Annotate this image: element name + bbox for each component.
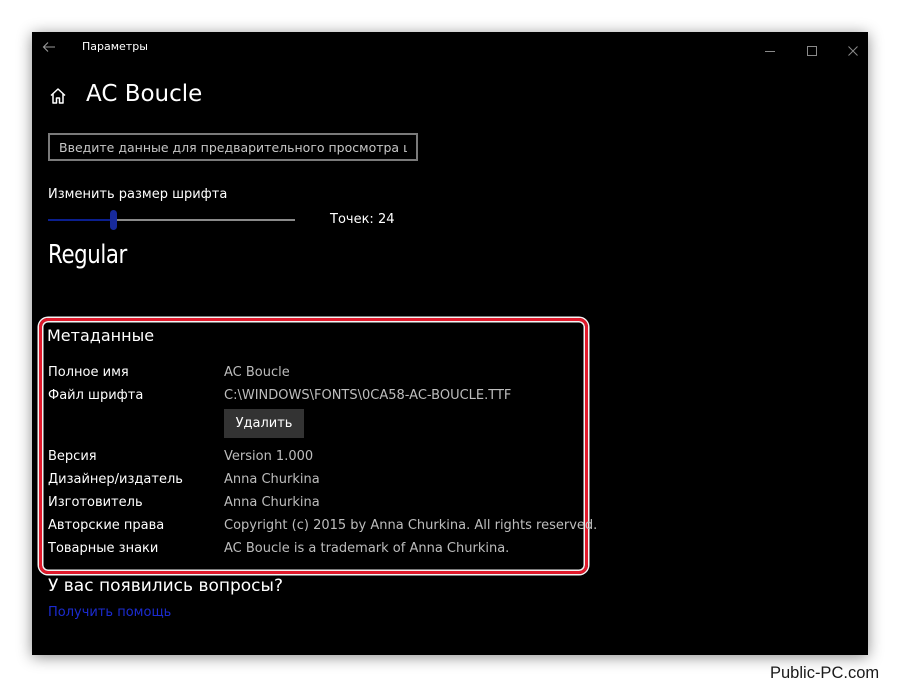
full-name-label: Полное имя [48,365,129,380]
metadata-heading: Метаданные [47,326,155,345]
maximize-icon[interactable] [807,41,817,56]
back-arrow-icon[interactable] [42,39,56,53]
get-help-link[interactable]: Получить помощь [48,605,171,620]
slider-fill [48,219,111,221]
minimize-icon[interactable] [765,41,775,52]
trademark-value: AC Boucle is a trademark of Anna Churkin… [224,541,510,556]
font-file-value: C:\WINDOWS\FONTS\0CA58-AC-BOUCLE.TTF [224,388,512,403]
version-label: Версия [48,449,97,464]
full-name-value: AC Boucle [224,365,290,380]
site-watermark: Public-PC.com [770,664,880,682]
close-icon[interactable] [848,41,858,56]
version-value: Version 1.000 [224,449,314,464]
title-bar: Параметры [32,32,868,62]
slider-thumb[interactable] [110,210,117,230]
font-style-sample: Regular [48,240,127,270]
delete-font-button[interactable]: Удалить [224,409,304,438]
copyright-label: Авторские права [48,518,165,533]
copyright-value: Copyright (c) 2015 by Anna Churkina. All… [224,518,598,533]
trademark-label: Товарные знаки [48,541,159,556]
questions-heading: У вас появились вопросы? [48,576,283,596]
window-title: Параметры [82,40,148,53]
designer-label: Дизайнер/издатель [48,472,183,487]
font-file-label: Файл шрифта [48,388,144,403]
font-size-readout: Точек: 24 [330,212,395,227]
font-size-label: Изменить размер шрифта [48,187,228,202]
font-preview-input[interactable] [48,133,418,161]
metadata-highlight-frame [39,318,588,574]
page-title: AC Boucle [86,81,203,107]
manufacturer-value: Anna Churkina [224,495,320,510]
screenshot-stage: Параметры AC Boucle Изменить размер шриф… [0,0,900,687]
settings-window: Параметры AC Boucle Изменить размер шриф… [32,32,868,655]
home-icon[interactable] [49,87,67,105]
manufacturer-label: Изготовитель [48,495,143,510]
font-size-slider[interactable] [48,210,295,230]
designer-value: Anna Churkina [224,472,320,487]
